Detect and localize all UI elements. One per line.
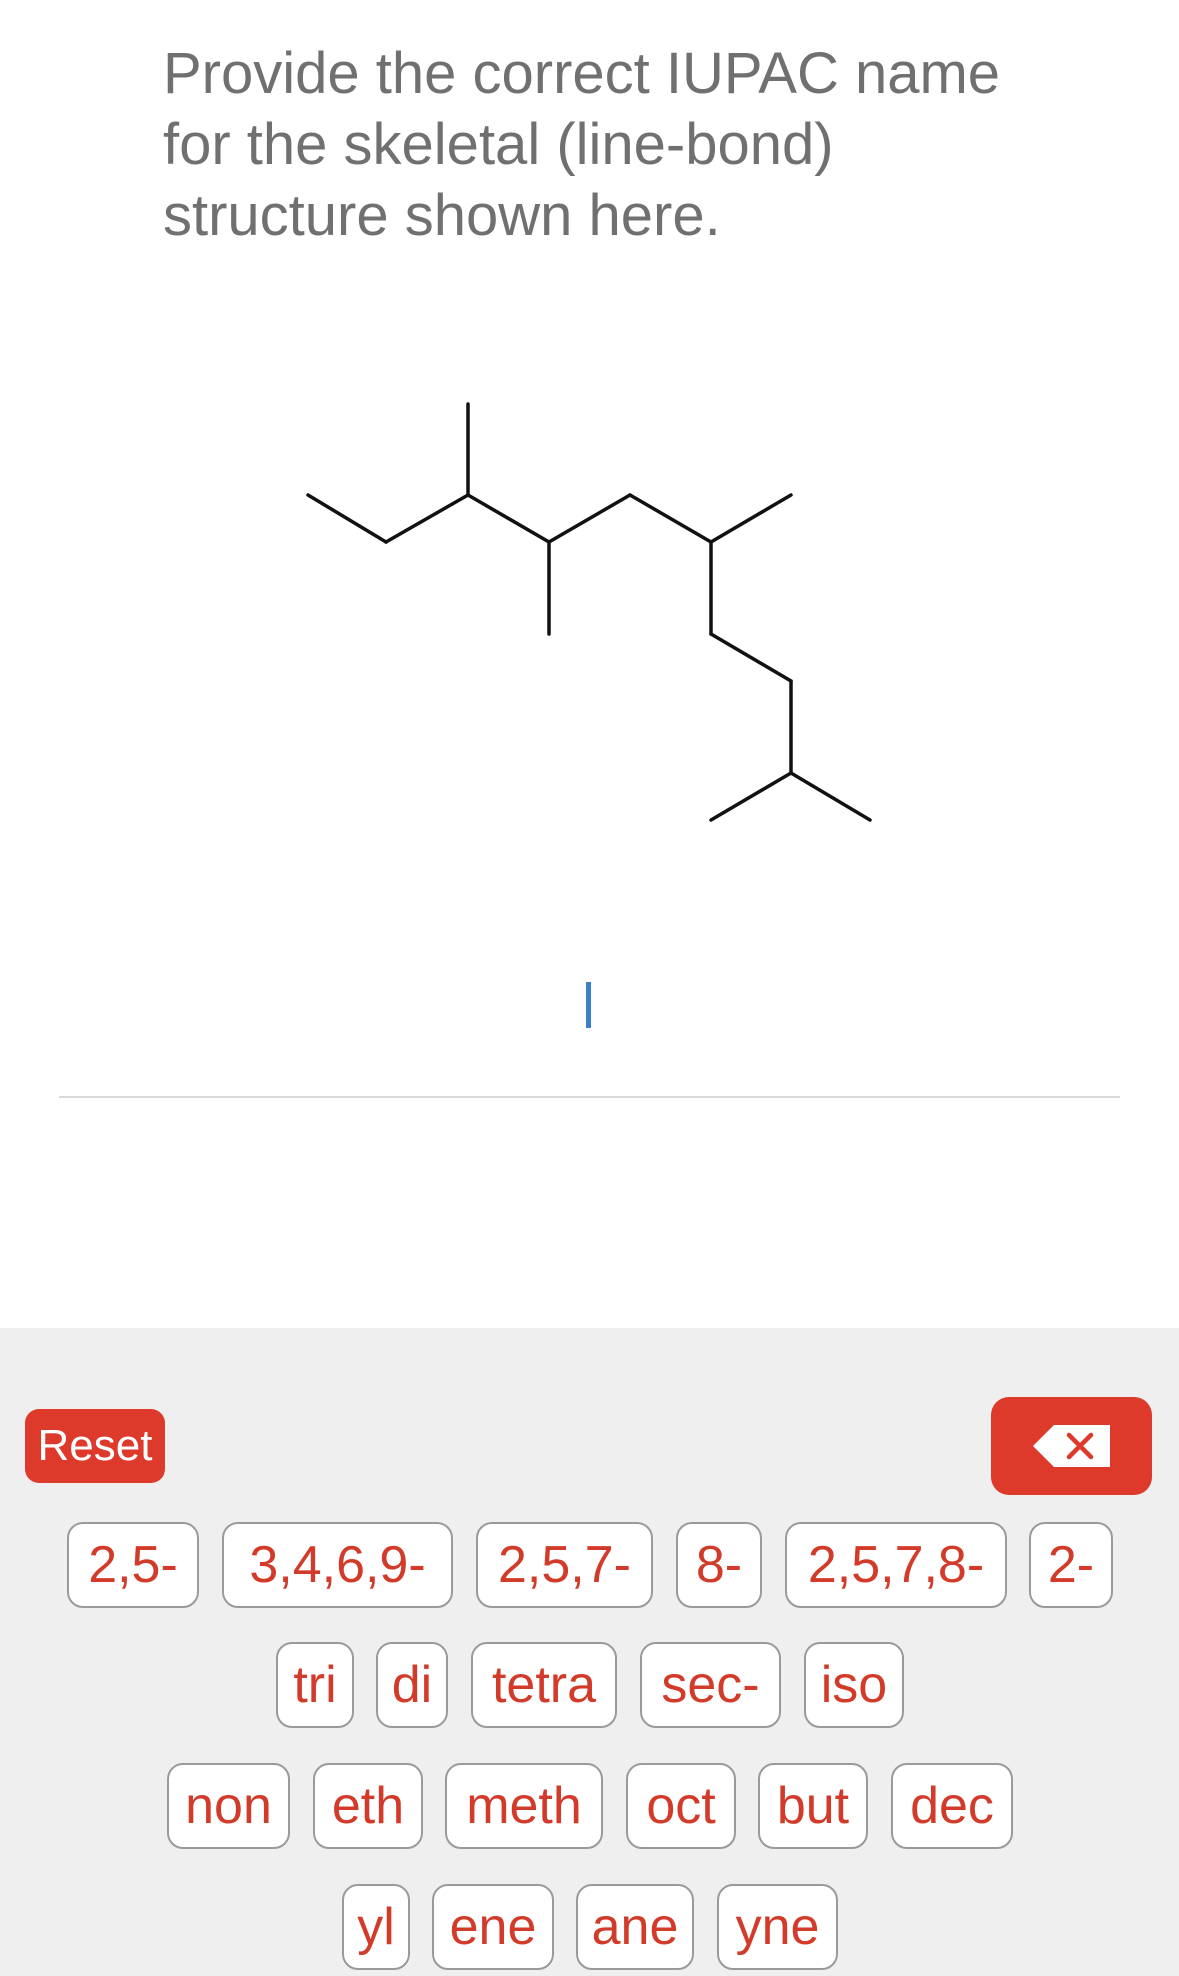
key-2-5-7-8[interactable]: 2,5,7,8- bbox=[785, 1522, 1007, 1608]
skeletal-structure bbox=[306, 402, 872, 822]
key-3-4-6-9[interactable]: 3,4,6,9- bbox=[222, 1522, 453, 1608]
key-oct[interactable]: oct bbox=[626, 1763, 736, 1849]
key-yl[interactable]: yl bbox=[342, 1884, 410, 1970]
key-2-5[interactable]: 2,5- bbox=[67, 1522, 199, 1608]
key-tri[interactable]: tri bbox=[276, 1642, 354, 1728]
key-eth[interactable]: eth bbox=[313, 1763, 423, 1849]
text-cursor bbox=[586, 982, 591, 1028]
key-but[interactable]: but bbox=[758, 1763, 868, 1849]
key-meth[interactable]: meth bbox=[445, 1763, 603, 1849]
key-dec[interactable]: dec bbox=[891, 1763, 1013, 1849]
bond bbox=[709, 493, 793, 544]
key-sec[interactable]: sec- bbox=[640, 1642, 781, 1728]
bond bbox=[628, 493, 713, 544]
key-8[interactable]: 8- bbox=[676, 1522, 762, 1608]
key-2-5-7[interactable]: 2,5,7- bbox=[476, 1522, 653, 1608]
key-ene[interactable]: ene bbox=[432, 1884, 554, 1970]
backspace-icon bbox=[1033, 1425, 1110, 1467]
key-2[interactable]: 2- bbox=[1029, 1522, 1113, 1608]
key-non[interactable]: non bbox=[167, 1763, 290, 1849]
key-yne[interactable]: yne bbox=[717, 1884, 838, 1970]
bond bbox=[384, 493, 470, 544]
key-ane[interactable]: ane bbox=[576, 1884, 694, 1970]
reset-button[interactable]: Reset bbox=[25, 1409, 165, 1483]
bond bbox=[547, 493, 632, 544]
key-di[interactable]: di bbox=[376, 1642, 448, 1728]
bond bbox=[709, 632, 793, 683]
key-iso[interactable]: iso bbox=[804, 1642, 904, 1728]
key-tetra[interactable]: tetra bbox=[471, 1642, 617, 1728]
bond bbox=[306, 493, 388, 544]
bond bbox=[466, 493, 551, 544]
answer-underline bbox=[59, 1096, 1120, 1098]
backspace-button[interactable] bbox=[991, 1397, 1152, 1495]
bond bbox=[709, 771, 793, 822]
bond bbox=[789, 771, 872, 822]
